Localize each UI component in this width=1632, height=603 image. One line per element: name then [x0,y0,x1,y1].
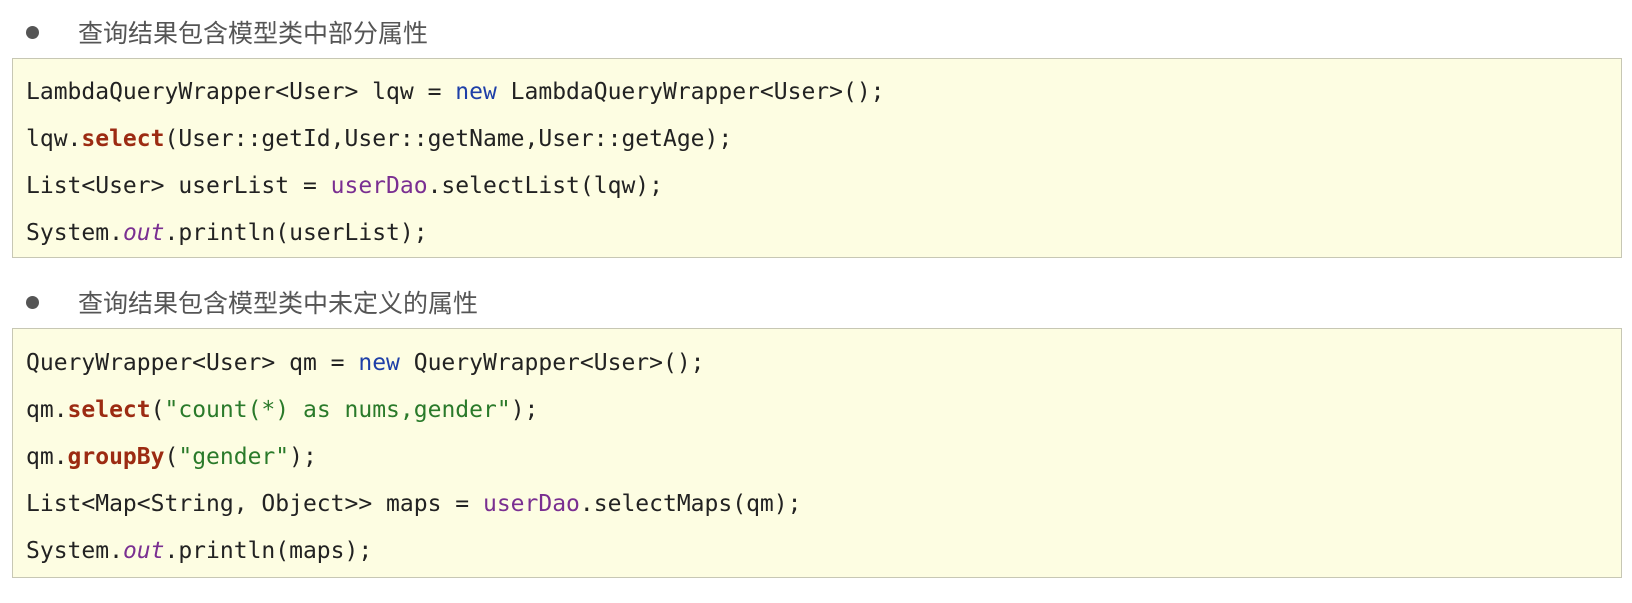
code-token-plain: .println(userList); [164,220,428,246]
code-token-plain: ( [150,397,165,423]
code-token-plain: List<Map<String, Object>> maps = [26,491,483,517]
code-token-plain: System. [26,220,123,246]
heading-text: 查询结果包含模型类中未定义的属性 [78,289,479,318]
code-token-plain: ( [164,444,179,470]
code-token-plain: LambdaQueryWrapper<User> lqw = [26,79,456,105]
code-token-field: userDao [330,173,428,199]
code-token-string: "gender" [178,444,290,470]
code-block: LambdaQueryWrapper<User> lqw = new Lambd… [12,58,1622,258]
code-token-field: userDao [482,491,580,517]
code-token-plain: lqw. [26,126,82,152]
code-token-method: select [81,126,165,152]
code-line: List<User> userList = userDao.selectList… [26,169,663,203]
section-partial-properties: 查询结果包含模型类中部分属性 LambdaQueryWrapper<User> … [0,0,1632,270]
code-line: qm.groupBy("gender"); [26,440,317,474]
code-line: LambdaQueryWrapper<User> lqw = new Lambd… [26,75,885,109]
bullet-icon [26,25,39,39]
code-token-plain: LambdaQueryWrapper<User>(); [496,79,885,105]
code-token-plain: ); [510,397,539,423]
code-token-static: out [122,538,165,564]
heading-text: 查询结果包含模型类中部分属性 [78,19,429,48]
code-token-plain: ); [289,444,317,470]
code-token-plain: QueryWrapper<User>(); [399,350,705,376]
code-line: lqw.select(User::getId,User::getName,Use… [26,122,732,156]
code-token-method: select [67,397,151,423]
code-line: System.out.println(maps); [26,534,372,568]
code-token-keyword: new [358,350,400,376]
code-token-plain: List<User> userList = [26,173,331,199]
code-token-plain: (User::getId,User::getName,User::getAge)… [164,126,733,152]
code-token-method: groupBy [67,444,165,470]
section-undefined-properties: 查询结果包含模型类中未定义的属性 QueryWrapper<User> qm =… [0,270,1632,603]
code-token-string: "count(*) as nums,gender" [164,397,511,423]
code-line: QueryWrapper<User> qm = new QueryWrapper… [26,346,705,380]
code-token-keyword: new [455,79,497,105]
code-token-plain: .selectList(lqw); [427,173,663,199]
code-token-plain: QueryWrapper<User> qm = [26,350,359,376]
code-block: QueryWrapper<User> qm = new QueryWrapper… [12,328,1622,578]
bullet-icon [26,295,39,309]
code-token-plain: qm. [26,397,68,423]
code-line: List<Map<String, Object>> maps = userDao… [26,487,801,521]
code-token-plain: .selectMaps(qm); [579,491,802,517]
code-line: System.out.println(userList); [26,216,428,250]
code-token-plain: System. [26,538,123,564]
code-line: qm.select("count(*) as nums,gender"); [26,393,538,427]
code-token-plain: .println(maps); [164,538,373,564]
code-token-plain: qm. [26,444,68,470]
code-token-static: out [122,220,165,246]
